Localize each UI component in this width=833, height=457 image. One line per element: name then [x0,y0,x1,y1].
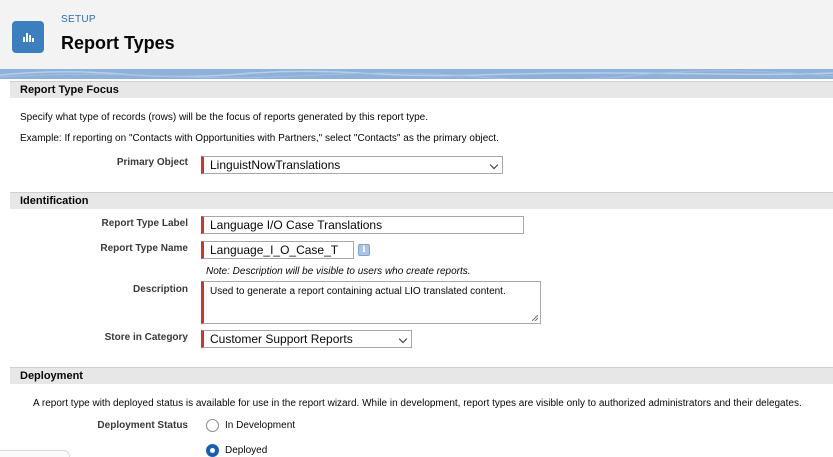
header-wave-decoration [0,69,833,79]
section-identification: Identification [10,192,833,209]
report-type-label-input[interactable]: Language I/O Case Translations [201,216,524,234]
description-value: Used to generate a report containing act… [210,286,506,297]
report-type-name-label: Report Type Name [100,243,188,254]
store-in-category-label: Store in Category [104,332,188,343]
section-report-type-focus: Report Type Focus [10,81,833,98]
report-type-name-input[interactable]: Language_I_O_Case_T [201,241,354,259]
resize-grip-icon[interactable] [532,315,538,321]
focus-example: Example: If reporting on "Contacts with … [20,133,499,144]
description-textarea[interactable]: Used to generate a report containing act… [201,281,541,324]
section-deployment: Deployment [10,367,833,384]
header-eyebrow: SETUP [61,14,96,25]
chevron-down-icon [398,334,408,344]
page-title: Report Types [61,33,175,53]
focus-description: Specify what type of records (rows) will… [20,112,428,123]
page-header: SETUP Report Types [0,0,833,72]
primary-object-value: LinguistNowTranslations [210,158,341,172]
floating-panel-edge [0,450,70,457]
description-note: Note: Description will be visible to use… [206,266,471,277]
primary-object-label: Primary Object [116,157,188,168]
store-in-category-value: Customer Support Reports [210,332,353,346]
primary-object-select[interactable]: LinguistNowTranslations [201,156,503,174]
radio-deployed[interactable] [206,444,219,457]
deployment-status-label: Deployment Status [97,420,188,431]
description-label: Description [132,284,188,295]
deployment-description: A report type with deployed status is av… [33,398,802,409]
chevron-down-icon [489,160,499,170]
report-chart-icon [12,21,44,53]
info-icon[interactable]: i [358,244,370,256]
report-type-label-label: Report Type Label [101,218,189,229]
store-in-category-select[interactable]: Customer Support Reports [201,330,412,348]
radio-in-development[interactable] [206,419,219,432]
deployed-label[interactable]: Deployed [225,445,267,456]
in-development-label[interactable]: In Development [225,420,295,431]
